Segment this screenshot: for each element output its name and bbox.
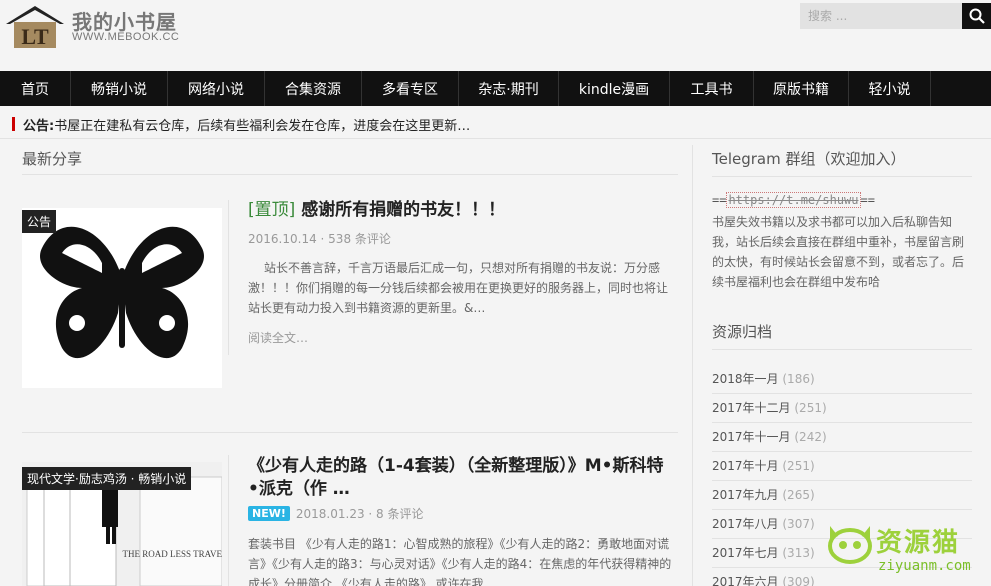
archive-count: (251) bbox=[782, 459, 815, 473]
logo-letters: LT bbox=[21, 24, 49, 48]
archive-month[interactable]: 2017年九月 bbox=[712, 488, 779, 502]
nav-item-collections[interactable]: 合集资源 bbox=[265, 71, 362, 106]
telegram-link-line: == https://t.me/shuwu == bbox=[712, 192, 875, 208]
post-date: 2018.01.23 bbox=[295, 506, 365, 521]
notice-divider bbox=[0, 138, 991, 139]
archive-count: (309) bbox=[782, 575, 815, 586]
post-divider bbox=[228, 455, 229, 586]
notice-text[interactable]: 书屋正在建私有云仓库，后续有些福利会发在仓库，进度会在这里更新… bbox=[54, 115, 470, 134]
nav-item-duokan[interactable]: 多看专区 bbox=[362, 71, 459, 106]
post-date: 2016.10.14 bbox=[248, 231, 317, 246]
search-input[interactable] bbox=[800, 3, 962, 29]
nav-item-web-novels[interactable]: 网络小说 bbox=[168, 71, 265, 106]
cover-text: THE ROAD LESS TRAVELED bbox=[123, 549, 222, 559]
latest-section-title: 最新分享 bbox=[22, 150, 83, 168]
archive-widget-title: 资源归档 bbox=[712, 323, 773, 341]
archive-item[interactable]: 2017年九月 (265) bbox=[712, 481, 972, 510]
archive-count: (186) bbox=[782, 372, 815, 386]
post-comments[interactable]: 8 条评论 bbox=[376, 505, 423, 522]
notice-marker bbox=[12, 117, 15, 131]
search-icon bbox=[969, 8, 985, 24]
post-thumbnail[interactable] bbox=[22, 208, 222, 388]
archive-item[interactable]: 2017年十二月 (251) bbox=[712, 394, 972, 423]
nav-item-home[interactable]: 首页 bbox=[0, 71, 71, 106]
archive-item[interactable]: 2017年十月 (251) bbox=[712, 452, 972, 481]
archive-month[interactable]: 2017年十月 bbox=[712, 459, 779, 473]
post-excerpt: 站长不善言辞，千言万语最后汇成一句，只想对所有捐赠的书友说：万分感激！！！你们捐… bbox=[248, 261, 669, 315]
watermark-text: 资源猫 bbox=[876, 528, 961, 558]
pinned-label: [置顶] bbox=[248, 200, 296, 220]
site-header: LT 我的小书屋 WWW.MEBOOK.CC bbox=[0, 0, 991, 70]
site-url: WWW.MEBOOK.CC bbox=[72, 31, 180, 43]
archive-month[interactable]: 2017年八月 bbox=[712, 517, 779, 531]
post-divider bbox=[228, 200, 229, 355]
archive-count: (265) bbox=[782, 488, 815, 502]
search-button[interactable] bbox=[962, 3, 991, 29]
widget-divider bbox=[712, 349, 972, 350]
post-comments[interactable]: 538 条评论 bbox=[328, 230, 391, 247]
post-category-tag[interactable]: 公告 bbox=[22, 210, 57, 233]
nav-item-kindle-comics[interactable]: kindle漫画 bbox=[559, 71, 670, 106]
post-title-text[interactable]: 感谢所有捐赠的书友！！！ bbox=[301, 200, 505, 220]
main-nav: 首页 畅销小说 网络小说 合集资源 多看专区 杂志·期刊 kindle漫画 工具… bbox=[0, 71, 991, 106]
nav-item-original[interactable]: 原版书籍 bbox=[754, 71, 849, 106]
archive-month[interactable]: 2017年十二月 bbox=[712, 401, 791, 415]
nav-item-reference[interactable]: 工具书 bbox=[670, 71, 754, 106]
post-title[interactable]: 《少有人走的路（1-4套装）（全新整理版）》M•斯科特•派克（作 … bbox=[248, 455, 673, 501]
post-separator bbox=[22, 432, 678, 433]
notice-bar: 公告: 书屋正在建私有云仓库，后续有些福利会发在仓库，进度会在这里更新… bbox=[12, 112, 470, 136]
read-more-link[interactable]: 阅读全文… bbox=[248, 329, 308, 346]
post-meta: NEW! 2018.01.23 · 8 条评论 bbox=[248, 505, 424, 522]
telegram-widget-title: Telegram 群组（欢迎加入） bbox=[712, 150, 906, 168]
post-category-tag[interactable]: 现代文学·励志鸡汤 · 畅销小说 bbox=[22, 467, 192, 490]
archive-month[interactable]: 2018年一月 bbox=[712, 372, 779, 386]
nav-item-bestsellers[interactable]: 畅销小说 bbox=[71, 71, 168, 106]
notice-label: 公告: bbox=[23, 118, 55, 134]
sidebar-divider bbox=[692, 145, 693, 586]
new-badge: NEW! bbox=[248, 506, 290, 521]
telegram-link[interactable]: https://t.me/shuwu bbox=[726, 192, 861, 208]
archive-month[interactable]: 2017年七月 bbox=[712, 546, 779, 560]
nav-item-light-novels[interactable]: 轻小说 bbox=[849, 71, 931, 106]
post-meta: 2016.10.14 · 538 条评论 bbox=[248, 230, 391, 247]
watermark: 资源猫 ziyuanm.com bbox=[826, 512, 991, 586]
archive-count: (307) bbox=[782, 517, 815, 531]
archive-count: (313) bbox=[782, 546, 815, 560]
archive-item[interactable]: 2018年一月 (186) bbox=[712, 365, 972, 394]
archive-month[interactable]: 2017年六月 bbox=[712, 575, 779, 586]
watermark-url: ziyuanm.com bbox=[878, 558, 971, 574]
post-excerpt: 套装书目 《少有人走的路1：心智成熟的旅程》《少有人走的路2：勇敢地面对谎言》《… bbox=[248, 537, 672, 586]
cat-logo-icon bbox=[828, 526, 872, 564]
section-divider bbox=[22, 174, 678, 175]
archive-month[interactable]: 2017年十一月 bbox=[712, 430, 791, 444]
post-title[interactable]: [置顶] 感谢所有捐赠的书友！！！ bbox=[248, 199, 673, 222]
telegram-description: 书屋失效书籍以及求书都可以加入后私聊告知我，站长后续会直接在群组中重补，书屋留言… bbox=[712, 215, 965, 289]
butterfly-image bbox=[40, 226, 204, 359]
archive-count: (251) bbox=[794, 401, 827, 415]
archive-item[interactable]: 2017年十一月 (242) bbox=[712, 423, 972, 452]
widget-divider bbox=[712, 176, 972, 177]
archive-count: (242) bbox=[794, 430, 827, 444]
nav-item-magazines[interactable]: 杂志·期刊 bbox=[459, 71, 559, 106]
site-logo[interactable]: LT bbox=[4, 4, 66, 48]
